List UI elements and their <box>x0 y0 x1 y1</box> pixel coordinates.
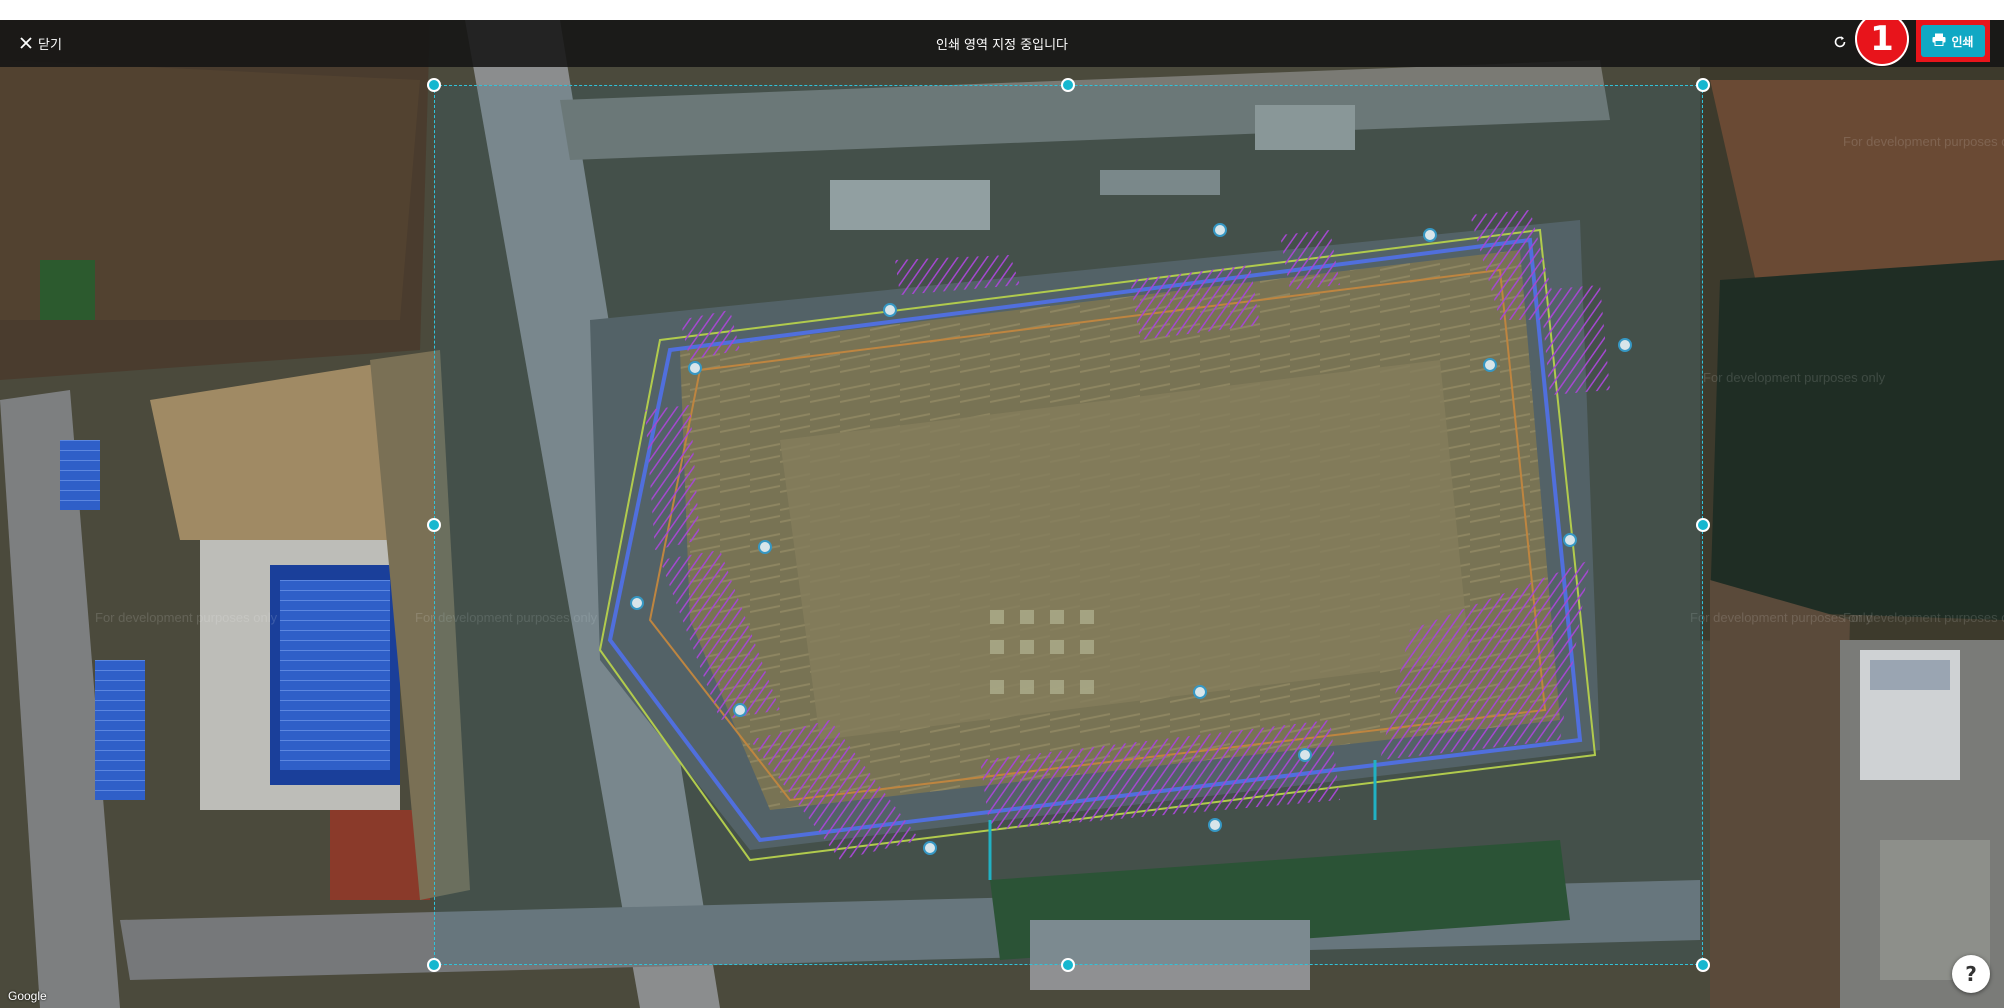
print-button-inner: 인쇄 <box>1921 25 1985 57</box>
print-button[interactable]: 인쇄 <box>1916 20 1990 62</box>
reset-button[interactable] <box>1830 32 1850 54</box>
map-watermark: For development purposes only <box>95 610 278 625</box>
map-watermark: For development purposes only <box>1843 134 2004 149</box>
resize-handle-right[interactable] <box>1696 518 1710 532</box>
resize-handle-left[interactable] <box>427 518 441 532</box>
map-watermark: For development purposes only <box>1843 610 2004 625</box>
resize-handle-top[interactable] <box>1061 78 1075 92</box>
resize-handle-top-left[interactable] <box>427 78 441 92</box>
page-title: 인쇄 영역 지정 중입니다 <box>936 38 1068 53</box>
step-marker: 1 <box>1855 20 1909 66</box>
refresh-icon <box>1833 34 1847 53</box>
resize-handle-bottom[interactable] <box>1061 958 1075 972</box>
map-watermark: For development purposes only <box>415 610 598 625</box>
printer-icon <box>1932 33 1946 49</box>
help-icon: ? <box>1965 962 1977 986</box>
top-toolbar: 닫기 인쇄 영역 지정 중입니다 1 인쇄 <box>0 20 2004 67</box>
resize-handle-top-right[interactable] <box>1696 78 1710 92</box>
map-attribution: Google <box>8 989 47 1003</box>
print-label: 인쇄 <box>1951 34 1974 49</box>
print-area-screen: For development purposes only For develo… <box>0 20 2004 1008</box>
satellite-map[interactable] <box>0 20 2004 1008</box>
map-watermark: For development purposes only <box>1703 370 1886 385</box>
help-button[interactable]: ? <box>1952 955 1990 993</box>
resize-handle-bottom-left[interactable] <box>427 958 441 972</box>
resize-handle-bottom-right[interactable] <box>1696 958 1710 972</box>
